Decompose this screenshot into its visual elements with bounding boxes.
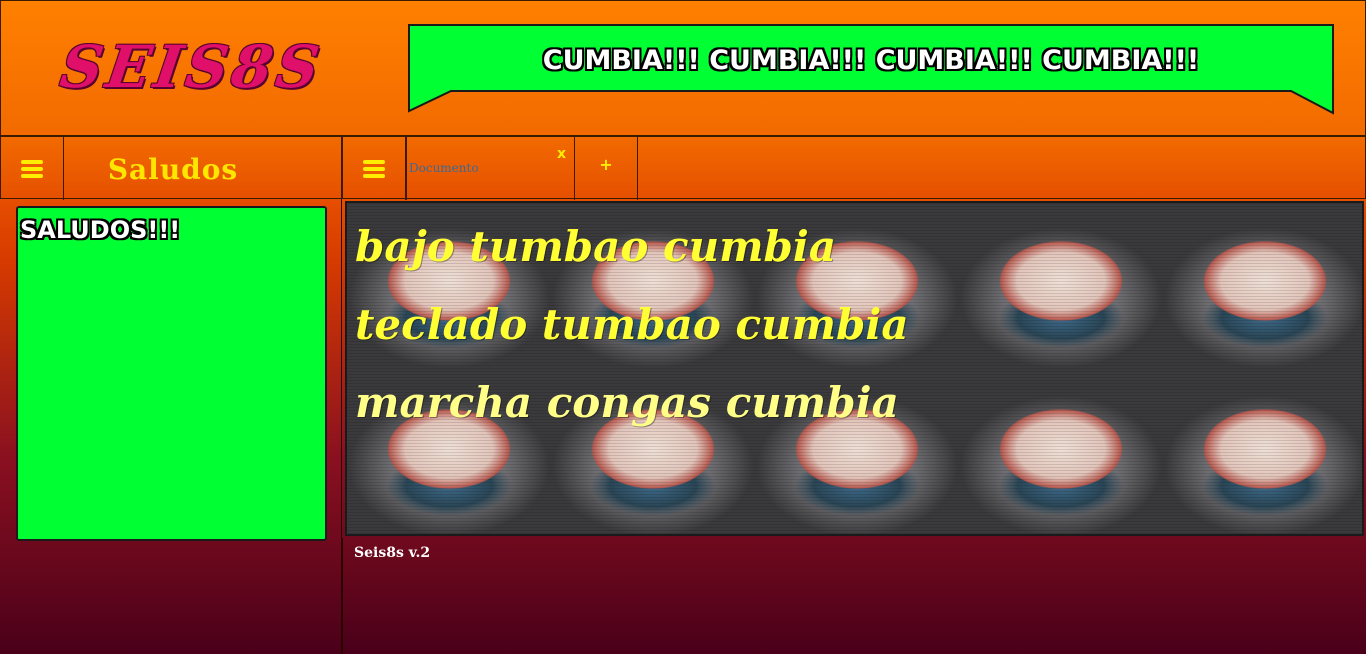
hamburger-icon [21, 158, 43, 180]
saludos-panel[interactable]: SALUDOS!!! [16, 206, 327, 541]
code-line[interactable]: bajo tumbao cumbia [355, 217, 909, 295]
editor-menu-button[interactable] [343, 137, 406, 200]
tab-documento[interactable]: Documento x [406, 137, 575, 200]
add-tab-button[interactable]: + [575, 137, 638, 200]
code-editor[interactable]: bajo tumbao cumbia teclado tumbao cumbia… [345, 201, 1364, 536]
app-header: SEIS8S CUMBIA!!! CUMBIA!!! CUMBIA!!! CUM… [0, 0, 1366, 136]
banner-text: CUMBIA!!! CUMBIA!!! CUMBIA!!! CUMBIA!!! [542, 45, 1200, 76]
sidebar-title: Saludos [107, 153, 239, 186]
code-line[interactable]: teclado tumbao cumbia [355, 295, 909, 373]
code-lines: bajo tumbao cumbia teclado tumbao cumbia… [355, 217, 909, 451]
header-banner: CUMBIA!!! CUMBIA!!! CUMBIA!!! CUMBIA!!! [407, 23, 1335, 115]
hamburger-icon [363, 158, 385, 180]
version-label: Seis8s v.2 [354, 545, 431, 561]
sidebar-menu-button[interactable] [1, 137, 64, 200]
tab-label: Documento [409, 161, 479, 175]
code-line[interactable]: marcha congas cumbia [355, 373, 909, 451]
close-icon[interactable]: x [557, 146, 566, 162]
app-logo: SEIS8S [56, 33, 328, 101]
sidebar-toolbar: Saludos [0, 136, 342, 200]
saludos-panel-text: SALUDOS!!! [20, 216, 181, 244]
footer: Seis8s v.2 [342, 538, 1366, 654]
editor-toolbar: Documento x + [342, 136, 1366, 200]
